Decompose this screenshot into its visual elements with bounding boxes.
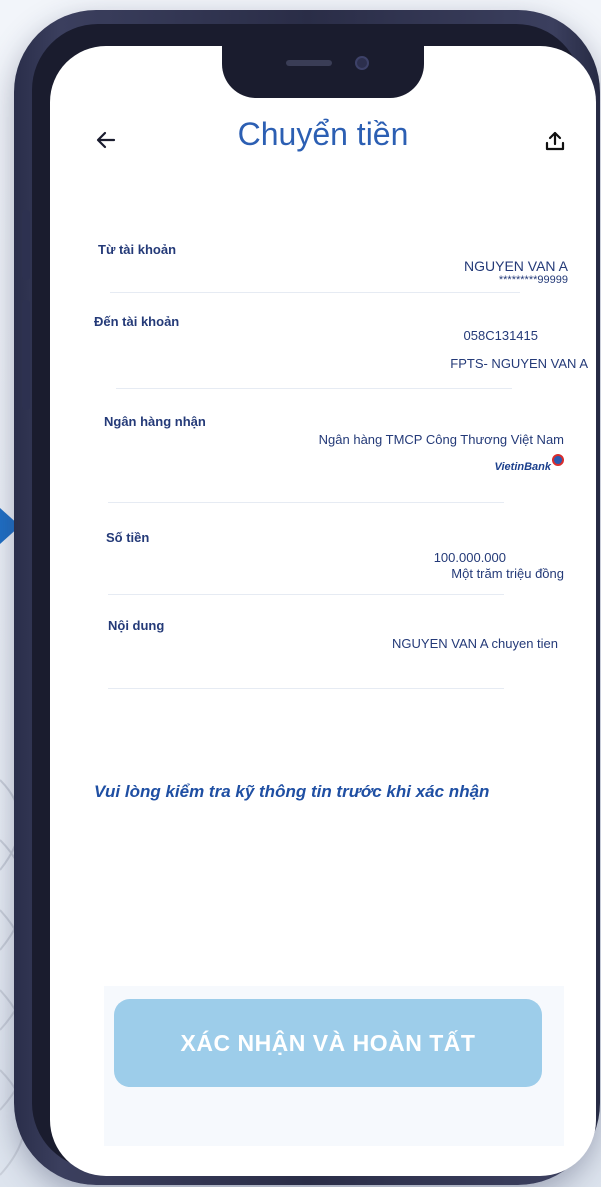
app-header: Chuyển tiền xyxy=(50,106,596,176)
bank-name: Ngân hàng TMCP Công Thương Việt Nam xyxy=(318,432,564,447)
content-label: Nội dung xyxy=(108,618,165,633)
page-title: Chuyển tiền xyxy=(237,116,409,152)
to-account-number: 058C131415 xyxy=(463,328,538,343)
amount-value: 100.000.000 xyxy=(433,550,506,565)
content-value: NGUYEN VAN A chuyen tien xyxy=(392,636,558,651)
divider xyxy=(108,594,504,595)
bank-label: Ngân hàng nhận xyxy=(104,414,206,429)
speaker-grille xyxy=(286,60,332,66)
vietinbank-emblem-icon xyxy=(552,454,564,466)
confirmation-notice: Vui lòng kiểm tra kỹ thông tin trước khi… xyxy=(94,782,490,801)
vietinbank-logo: VietinBank xyxy=(495,454,564,473)
share-upload-icon[interactable] xyxy=(544,130,566,152)
to-account-label: Đến tài khoản xyxy=(94,314,180,329)
divider xyxy=(116,388,512,389)
from-account-label: Từ tài khoản xyxy=(98,242,177,257)
amount-in-words: Một trăm triệu đồng xyxy=(451,566,564,581)
divider xyxy=(108,502,504,503)
divider xyxy=(108,688,504,689)
app-screen: Chuyển tiền Từ tài khoản NGUYEN VAN A **… xyxy=(50,46,596,1176)
volume-up-button xyxy=(22,210,30,280)
phone-frame: Chuyển tiền Từ tài khoản NGUYEN VAN A **… xyxy=(14,10,600,1185)
from-account-number: *********99999 xyxy=(498,274,568,286)
to-account-name: FPTS- NGUYEN VAN A xyxy=(450,356,588,371)
front-camera xyxy=(355,56,369,70)
amount-label: Số tiền xyxy=(106,530,150,545)
volume-down-button xyxy=(22,300,30,410)
from-account-name: NGUYEN VAN A xyxy=(464,258,568,274)
vietinbank-logo-text: VietinBank xyxy=(494,461,551,473)
phone-notch xyxy=(222,46,424,98)
confirm-complete-button[interactable]: XÁC NHẬN VÀ HOÀN TẤT xyxy=(114,999,542,1087)
divider xyxy=(110,292,520,293)
